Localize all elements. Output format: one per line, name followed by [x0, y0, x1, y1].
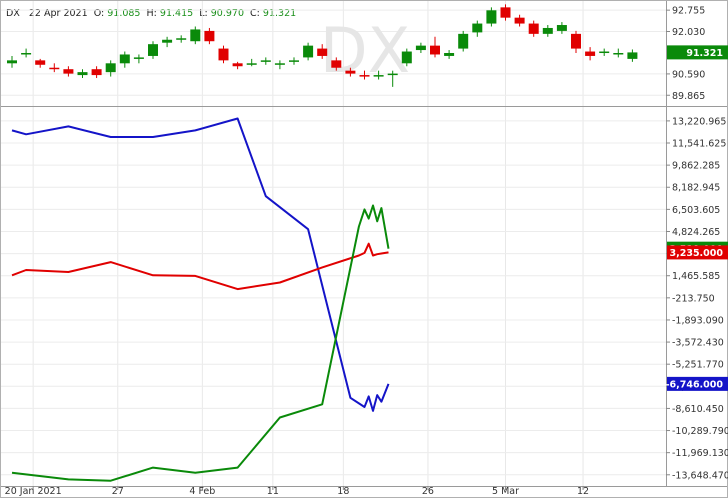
series-line-1 [11, 242, 389, 291]
y-tick-label-bot-3: 8,182.945 [672, 183, 720, 194]
y-tick-label-top-1: 92.030 [672, 27, 705, 38]
candle-body-35 [500, 7, 511, 18]
y-tick-label-top-0: 92.755 [672, 6, 705, 17]
candle-body-29 [415, 45, 426, 51]
candle-body-26 [373, 75, 384, 77]
y-tick-label-bot-13: -8,610.450 [672, 404, 724, 415]
candle-body-44 [627, 52, 638, 59]
candle-body-15 [218, 48, 229, 61]
y-tick-label-bot-14: -10,289.790 [672, 426, 728, 437]
candle-body-41 [585, 51, 596, 56]
y-tick-label-bot-0: 13,220.965 [672, 116, 726, 127]
candle-body-39 [556, 25, 567, 31]
candle-body-42 [599, 51, 610, 54]
y-tick-label-bot-15: -11,969.130 [672, 448, 728, 459]
candle-body-20 [289, 60, 299, 62]
x-tick-label-2: 4 Feb [189, 486, 215, 497]
x-tick-label-0: 20 Jan 2021 [5, 486, 62, 497]
x-tick-label-5: 26 [422, 486, 434, 497]
candle-body-36 [514, 17, 525, 24]
candle-body-14 [204, 30, 215, 42]
candle-body-28 [401, 51, 412, 64]
candle-body-24 [345, 70, 356, 74]
y-tick-label-bot-2: 9,862.285 [672, 161, 720, 172]
candle-body-9 [133, 57, 144, 59]
candle-body-40 [571, 33, 581, 49]
candle-body-0 [7, 60, 17, 64]
y-tick-label-bot-4: 6,503.605 [672, 205, 720, 216]
y-tick-label-bot-5: 4,824.265 [672, 227, 720, 238]
y-tick-label-top-2: 90.590 [672, 69, 705, 80]
candle-body-12 [176, 38, 187, 40]
series-line-2 [11, 204, 390, 482]
candle-body-43 [613, 53, 624, 55]
y-tick-label-bot-11: -5,251.770 [672, 360, 724, 371]
candle-body-27 [387, 73, 398, 76]
candle-body-10 [148, 44, 158, 56]
x-tick-label-3: 11 [267, 486, 279, 497]
badge-bot-1-label: 3,235.000 [670, 248, 724, 259]
badge-bot-2-label: -6,746.000 [666, 379, 724, 390]
candle-body-4 [63, 69, 74, 74]
candle-body-23 [331, 60, 342, 68]
x-tick-label-6: 5 Mar [492, 486, 519, 497]
badge-top-last-label: 91.321 [686, 48, 723, 59]
candle-body-32 [458, 33, 469, 49]
candle-body-2 [35, 60, 46, 65]
y-tick-label-bot-8: -213.750 [672, 293, 715, 304]
candle-body-38 [542, 27, 553, 34]
candle-body-25 [359, 75, 370, 77]
x-tick-label-1: 27 [112, 486, 124, 497]
y-tick-label-bot-7: 1,465.585 [672, 271, 720, 282]
y-tick-label-bot-9: -1,893.090 [672, 315, 724, 326]
candle-body-21 [303, 45, 314, 58]
candle-body-37 [528, 23, 539, 34]
candle-body-22 [317, 48, 328, 56]
y-tick-label-top-3: 89.865 [672, 91, 705, 102]
candle-body-6 [91, 69, 102, 76]
candle-body-8 [119, 54, 130, 64]
y-tick-label-bot-16: -13,648.470 [672, 470, 728, 481]
candle-body-19 [274, 63, 285, 65]
candle-body-13 [190, 29, 201, 42]
line-series [11, 117, 390, 482]
x-tick-label-4: 18 [337, 486, 349, 497]
candle-body-18 [260, 60, 271, 62]
y-tick-label-bot-10: -3,572.430 [672, 338, 724, 349]
candle-body-7 [105, 63, 116, 73]
candle-body-1 [21, 53, 32, 55]
candle-body-34 [486, 10, 497, 24]
candle-body-17 [246, 63, 257, 65]
candle-body-11 [162, 39, 173, 43]
candle-body-30 [430, 45, 440, 55]
candle-body-31 [444, 53, 455, 56]
candle-body-33 [472, 23, 483, 33]
chart-canvas[interactable]: DX 92.75592.03090.59089.86513,220.96511,… [0, 0, 728, 498]
candle-body-3 [49, 67, 60, 70]
x-tick-label-7: 12 [577, 486, 589, 497]
y-tick-label-bot-1: 11,541.625 [672, 139, 726, 150]
candle-body-5 [77, 72, 88, 76]
candle-body-16 [232, 63, 243, 67]
